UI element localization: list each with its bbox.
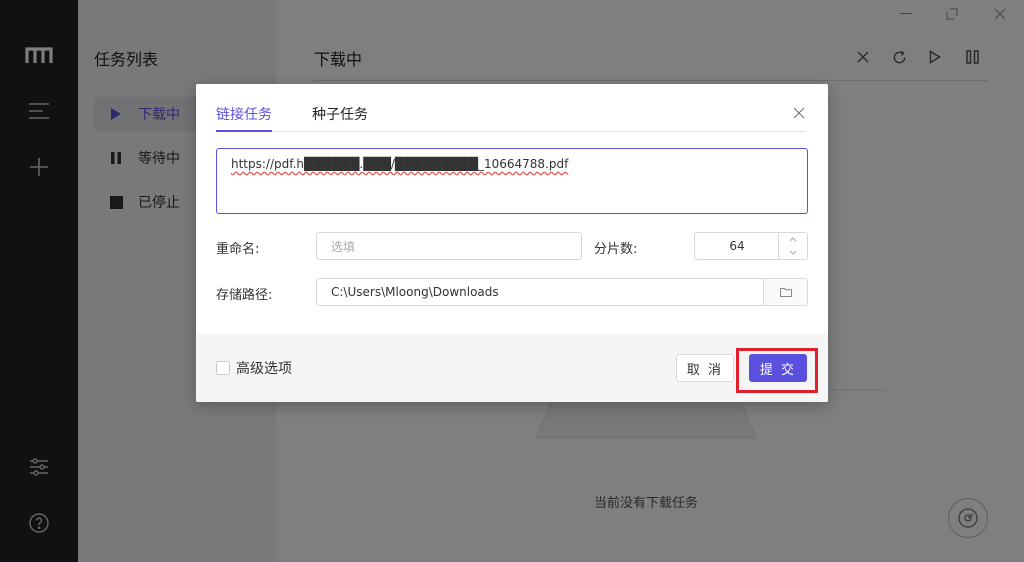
- folder-icon: [779, 288, 792, 297]
- rename-placeholder: 选填: [331, 239, 356, 254]
- rename-input[interactable]: 选填: [316, 232, 582, 260]
- split-count-stepper[interactable]: 64: [694, 232, 808, 260]
- chevron-down-icon[interactable]: [779, 246, 807, 259]
- browse-folder-button[interactable]: [764, 278, 808, 306]
- rename-label: 重命名:: [216, 242, 260, 257]
- chevron-up-icon[interactable]: [779, 233, 807, 246]
- new-task-dialog: 链接任务 种子任务 https://pdf.h██████.███/██████…: [196, 84, 828, 402]
- path-label: 存储路径:: [216, 288, 273, 303]
- close-icon[interactable]: [790, 104, 808, 122]
- url-text: https://pdf.h██████.███/█████████_106647…: [231, 157, 569, 171]
- tab-torrent-task[interactable]: 种子任务: [312, 104, 368, 132]
- cancel-button[interactable]: 取 消: [676, 354, 734, 382]
- split-count-value[interactable]: 64: [695, 233, 779, 259]
- advanced-options-label[interactable]: 高级选项: [236, 358, 292, 378]
- dialog-tabs: 链接任务 种子任务: [216, 84, 806, 132]
- stepper-arrows: [778, 233, 807, 259]
- url-input[interactable]: https://pdf.h██████.███/█████████_106647…: [216, 148, 808, 214]
- save-path-value: C:\Users\Mloong\Downloads: [331, 285, 499, 299]
- submit-highlight-box: [736, 348, 818, 393]
- split-label: 分片数:: [594, 242, 638, 257]
- save-path-input[interactable]: C:\Users\Mloong\Downloads: [316, 278, 764, 306]
- dialog-footer: 高级选项 取 消 提 交: [196, 334, 828, 402]
- tab-link-task[interactable]: 链接任务: [216, 104, 272, 132]
- advanced-options-checkbox[interactable]: [216, 361, 230, 375]
